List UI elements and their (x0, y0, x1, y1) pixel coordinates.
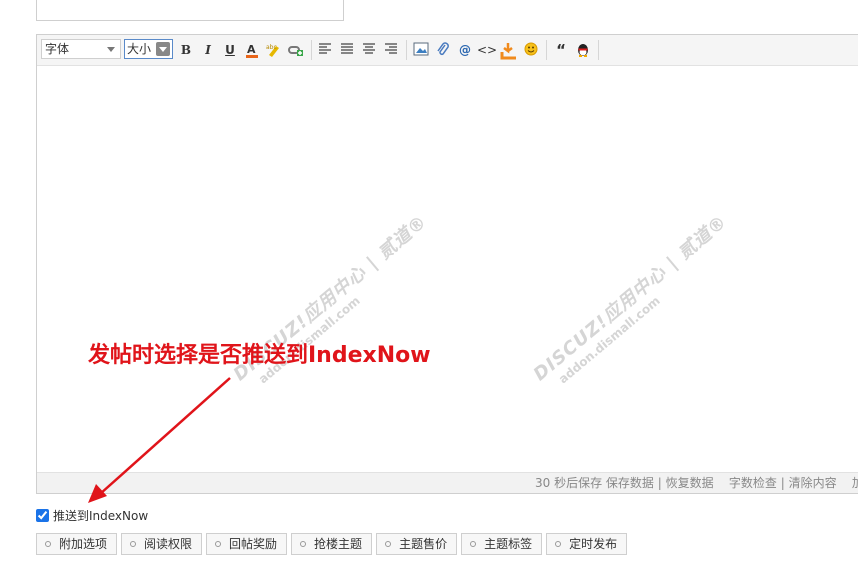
highlighter-icon: abc (266, 44, 279, 57)
editor-toolbar: 字体 大小 B I U A abc @ <> “ (37, 35, 858, 66)
toolbar-separator (406, 40, 407, 60)
align-left-icon (319, 43, 331, 54)
align-right-button[interactable] (381, 40, 401, 60)
option-thread-tags[interactable]: 主题标签 (461, 533, 543, 555)
option-read-permission[interactable]: 阅读权限 (121, 533, 203, 555)
font-family-label: 字体 (45, 42, 70, 56)
mention-button[interactable]: @ (455, 40, 475, 60)
align-right-icon (385, 43, 397, 54)
font-size-select[interactable]: 大小 (124, 39, 173, 59)
option-floor-grab[interactable]: 抢楼主题 (291, 533, 373, 555)
penguin-icon (578, 44, 588, 57)
bullet-icon (470, 541, 477, 547)
extra-link[interactable]: 加 (852, 476, 858, 490)
background-color-button[interactable]: abc (264, 40, 284, 60)
option-thread-price[interactable]: 主题售价 (376, 533, 458, 555)
align-center-icon (363, 43, 375, 54)
indexnow-push-label[interactable]: 推送到IndexNow (53, 507, 148, 524)
attachment-button[interactable] (433, 40, 453, 60)
editor-content-area[interactable]: DISCUZ!应用中心 | 贰道® addon.dismall.com DISC… (37, 66, 858, 472)
toolbar-separator (546, 40, 547, 60)
chevron-down-icon (156, 42, 170, 56)
quote-button[interactable]: “ (551, 40, 571, 60)
option-attach[interactable]: 附加选项 (36, 533, 118, 555)
autosave-text: 30 秒后保存 (535, 476, 603, 490)
indexnow-push-checkbox[interactable] (36, 508, 49, 522)
image-icon (413, 42, 429, 56)
word-check-link[interactable]: 字数检查 (729, 476, 777, 490)
toolbar-separator (598, 40, 599, 60)
chevron-down-icon (107, 47, 115, 52)
bullet-icon (555, 541, 562, 547)
media-button[interactable] (499, 40, 519, 60)
paperclip-icon (437, 42, 449, 56)
restore-data-link[interactable]: 恢复数据 (666, 476, 714, 490)
toolbar-separator (311, 40, 312, 60)
download-arrow-icon (500, 43, 516, 60)
editor-statusbar: 30 秒后保存 保存数据 | 恢复数据 字数检查 | 清除内容 加 (37, 472, 858, 493)
bullet-icon (385, 541, 392, 547)
svg-text:A: A (247, 43, 256, 56)
align-justify-icon (341, 43, 353, 54)
align-justify-button[interactable] (337, 40, 357, 60)
at-icon: @ (459, 43, 471, 57)
insert-image-button[interactable] (411, 40, 431, 60)
smiley-button[interactable] (521, 40, 541, 60)
post-editor: 字体 大小 B I U A abc @ <> “ DISCUZ!应用中心 | 贰… (36, 34, 858, 494)
font-color-button[interactable]: A (242, 40, 262, 60)
option-scheduled-publish[interactable]: 定时发布 (546, 533, 628, 555)
svg-text:abc: abc (266, 44, 277, 51)
status-links: 30 秒后保存 保存数据 | 恢复数据 字数检查 | 清除内容 加 (535, 473, 858, 493)
bullet-icon (300, 541, 307, 547)
watermark-right: DISCUZ!应用中心 | 贰道® addon.dismall.com (529, 211, 732, 387)
bold-button[interactable]: B (176, 40, 196, 60)
link-button[interactable] (286, 40, 306, 60)
clear-content-link[interactable]: 清除内容 (789, 476, 837, 490)
italic-button[interactable]: I (198, 40, 218, 60)
align-left-button[interactable] (315, 40, 335, 60)
subject-input[interactable] (36, 0, 344, 21)
code-button[interactable]: <> (477, 40, 497, 60)
qq-button[interactable] (573, 40, 593, 60)
bullet-icon (130, 541, 137, 547)
link-icon (288, 46, 303, 56)
font-size-label: 大小 (127, 42, 152, 56)
underline-button[interactable]: U (220, 40, 240, 60)
indexnow-push-option: 推送到IndexNow (36, 507, 148, 523)
save-data-link[interactable]: 保存数据 (606, 476, 654, 490)
annotation-text: 发帖时选择是否推送到IndexNow (88, 343, 431, 368)
option-reply-reward[interactable]: 回帖奖励 (206, 533, 288, 555)
bullet-icon (45, 541, 51, 547)
smiley-icon (524, 42, 538, 56)
align-center-button[interactable] (359, 40, 379, 60)
post-options-bar: 附加选项 阅读权限 回帖奖励 抢楼主题 主题售价 主题标签 定时发布 (36, 533, 628, 555)
bullet-icon (215, 541, 222, 547)
font-color-icon: A (246, 43, 258, 58)
font-family-select[interactable]: 字体 (41, 39, 121, 59)
